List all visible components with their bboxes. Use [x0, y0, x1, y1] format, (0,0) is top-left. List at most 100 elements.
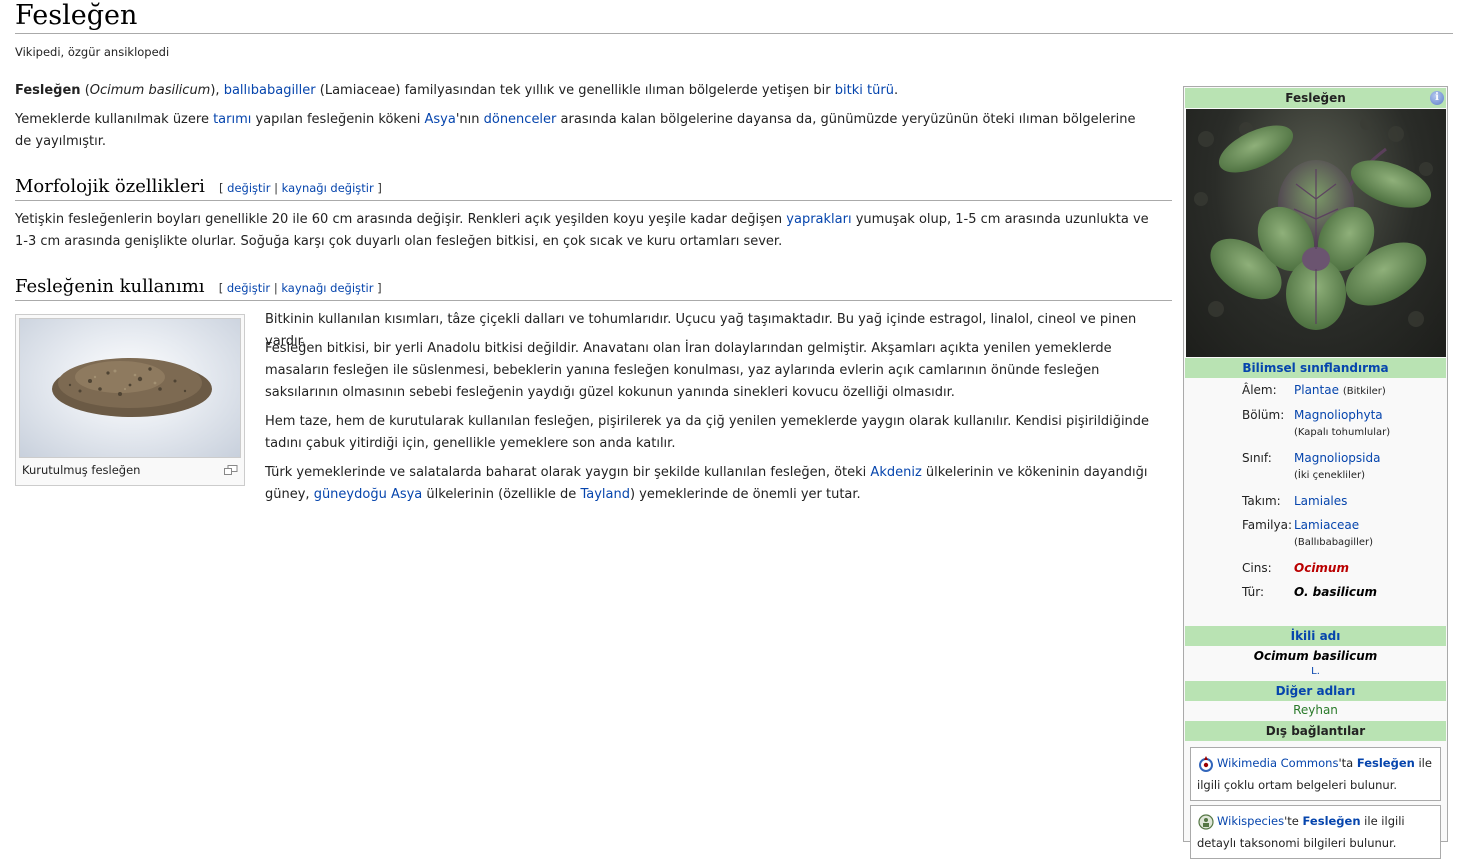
row-note: (Ballıbabagiller)	[1294, 537, 1374, 548]
infobox-title-text: Fesleğen	[1285, 91, 1346, 105]
bracket: ]	[377, 281, 382, 295]
link-ocimum[interactable]: Ocimum	[1294, 561, 1349, 575]
row-takim: Takım: Lamiales	[1184, 489, 1447, 513]
kullanim-paragraph-2: Fesleğen bitkisi, bir yerli Anadolu bitk…	[265, 341, 1112, 400]
text: 'ta	[1338, 756, 1357, 770]
row-label: Cins:	[1242, 561, 1272, 575]
intro-paragraph-1: Fesleğen (Ocimum basilicum), ballıbabagi…	[15, 80, 1155, 102]
edit-source-link[interactable]: kaynağı değiştir	[281, 281, 373, 295]
kullanim-paragraph-3: Hem taze, hem de kurutularak kullanılan …	[265, 414, 1150, 451]
row-note: (Kapalı tohumlular)	[1294, 427, 1391, 438]
wikimedia-commons-icon[interactable]	[1197, 755, 1215, 773]
row-label: Âlem:	[1242, 383, 1277, 397]
row-label: Tür:	[1242, 585, 1265, 599]
text: ülkelerinin (özellikle de	[422, 487, 581, 502]
bracket: [	[218, 281, 224, 295]
separator: |	[274, 181, 278, 195]
link-lamiaceae[interactable]: Lamiaceae	[1294, 518, 1359, 532]
row-alem: Âlem: Plantae (Bitkiler)	[1184, 378, 1447, 402]
infobox-title: Fesleğen i	[1185, 88, 1446, 108]
latin-name: Ocimum basilicum	[89, 83, 211, 98]
section-edit-links: [ değiştir | kaynağı değiştir ]	[219, 281, 382, 295]
text: 'nın	[455, 112, 484, 127]
species-value: O. basilicum	[1294, 585, 1378, 599]
section-heading-kullanim: Fesleğenin kullanımı [ değiştir | kaynağ…	[15, 275, 1172, 301]
text: .	[893, 83, 899, 98]
link-ballibabagiller[interactable]: ballıbabagiller	[224, 83, 316, 98]
row-value: Plantae (Bitkiler)	[1294, 383, 1386, 397]
article-subject: Fesleğen	[15, 83, 81, 98]
text: Yemeklerde kullanılmak üzere	[15, 112, 214, 127]
link-lamiales[interactable]: Lamiales	[1294, 494, 1347, 508]
link-donenceler[interactable]: dönenceler	[484, 112, 557, 127]
text: (Lamiaceae) familyasından tek yıllık ve …	[315, 83, 835, 98]
link-asya[interactable]: Asya	[424, 112, 455, 127]
wikispecies-link[interactable]: Wikispecies	[1217, 814, 1284, 828]
section-title: Fesleğenin kullanımı	[15, 276, 205, 297]
link-bitki-turu[interactable]: bitki türü	[835, 83, 894, 98]
bracket: ]	[377, 181, 382, 195]
thumbnail-frame: Kurutulmuş fesleğen	[15, 314, 245, 486]
text: ),	[210, 83, 224, 98]
magnify-icon[interactable]	[224, 465, 238, 475]
link-guneydogu-asya[interactable]: güneydoğu Asya	[314, 487, 423, 502]
info-icon[interactable]: i	[1430, 91, 1444, 105]
binomial-header[interactable]: İkili adı	[1185, 626, 1446, 646]
other-names-header[interactable]: Diğer adları	[1185, 681, 1446, 701]
edit-link[interactable]: değiştir	[227, 181, 270, 195]
intro-paragraph-2: Yemeklerde kullanılmak üzere tarımı yapı…	[15, 109, 1155, 153]
row-sinif: Sınıf: Magnoliopsida (İki çenekliler)	[1184, 446, 1447, 489]
caption-text: Kurutulmuş fesleğen	[22, 463, 141, 477]
taxobox: Fesleğen i Bilimsel sınıflandırma Âlem: …	[1183, 86, 1448, 859]
section-title: Morfolojik özellikleri	[15, 176, 205, 197]
link-tayland[interactable]: Tayland	[580, 487, 630, 502]
row-label: Takım:	[1242, 494, 1281, 508]
separator: |	[273, 281, 278, 295]
row-label: Familya:	[1242, 518, 1293, 532]
commons-fesle-link[interactable]: Fesleğen	[1357, 756, 1415, 770]
site-subtitle: Vikipedi, özgür ansiklopedi	[15, 45, 170, 59]
kullanim-paragraph-4: Türk yemeklerinde ve salatalarda baharat…	[265, 462, 1165, 506]
text: Türk yemeklerinde ve salatalarda baharat…	[265, 465, 871, 480]
title-divider	[15, 33, 1453, 34]
binomial-author-link[interactable]: L.	[1311, 666, 1320, 677]
edit-source-link[interactable]: kaynağı değiştir	[282, 181, 374, 195]
link-tarimi[interactable]: tarımı	[213, 112, 251, 127]
row-label: Sınıf:	[1242, 451, 1272, 465]
row-tur: Tür: O. basilicum	[1184, 580, 1447, 604]
external-links-header: Dış bağlantılar	[1185, 721, 1446, 741]
wikispecies-box: Wikispecies'te Fesleğen ile ilgili detay…	[1190, 805, 1441, 859]
text: 'te	[1284, 814, 1303, 828]
text: Yetişkin fesleğenlerin boyları genellikl…	[15, 212, 787, 227]
bracket: [	[219, 181, 224, 195]
basil-plant-image[interactable]	[1185, 109, 1446, 357]
text: yapılan fesleğenin kökeni	[251, 112, 425, 127]
classification-table: Âlem: Plantae (Bitkiler) Bölüm: Magnolio…	[1184, 378, 1447, 630]
other-name: Reyhan	[1293, 703, 1338, 717]
page-title: Fesleğen	[15, 0, 138, 31]
wikimedia-commons-link[interactable]: Wikimedia Commons	[1217, 756, 1338, 770]
morfoloji-paragraph: Yetişkin fesleğenlerin boyları genellikl…	[15, 209, 1155, 253]
dried-basil-image[interactable]	[19, 318, 241, 458]
section-edit-links: [ değiştir | kaynağı değiştir ]	[219, 181, 382, 195]
edit-link[interactable]: değiştir	[227, 281, 270, 295]
link-magnoliopsida[interactable]: Magnoliopsida	[1294, 451, 1380, 465]
row-note: (Bitkiler)	[1342, 386, 1386, 397]
wikispecies-icon[interactable]	[1197, 813, 1215, 831]
species-fesle-link[interactable]: Fesleğen	[1303, 814, 1361, 828]
dried-basil-drawing	[52, 358, 212, 417]
link-magnoliophyta[interactable]: Magnoliophyta	[1294, 408, 1383, 422]
link-plantae[interactable]: Plantae	[1294, 383, 1339, 397]
link-yapraklari[interactable]: yaprakları	[786, 212, 851, 227]
binomial-name: Ocimum basilicum	[1253, 649, 1378, 663]
thumbnail-caption: Kurutulmuş fesleğen	[22, 463, 241, 477]
commons-box: Wikimedia Commons'ta Fesleğen ile ilgili…	[1190, 747, 1441, 801]
row-bolum: Bölüm: Magnoliophyta (Kapalı tohumlular)	[1184, 403, 1447, 446]
section-heading-morfoloji: Morfolojik özellikleri [ değiştir | kayn…	[15, 175, 1172, 201]
link-akdeniz[interactable]: Akdeniz	[870, 465, 921, 480]
herb-pile-top	[75, 361, 165, 393]
basil-plant-drawing	[1193, 118, 1433, 330]
row-cins: Cins: Ocimum	[1184, 556, 1447, 580]
row-familya: Familya: Lamiaceae (Ballıbabagiller)	[1184, 513, 1447, 556]
classification-header[interactable]: Bilimsel sınıflandırma	[1185, 358, 1446, 378]
